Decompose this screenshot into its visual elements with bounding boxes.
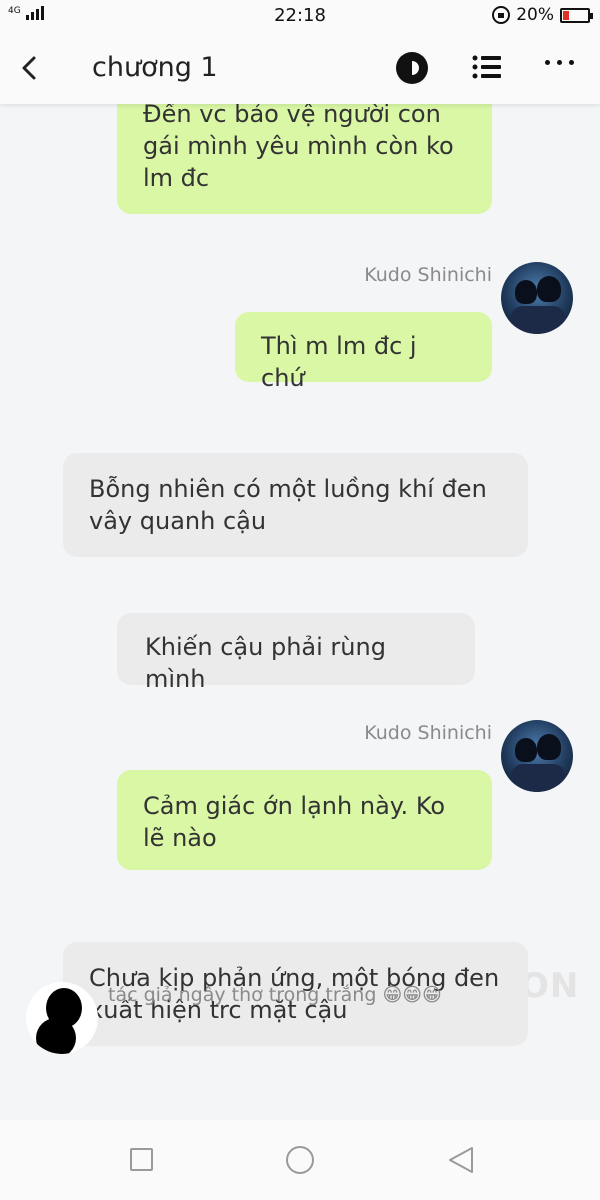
message-text: Đến vc bảo vệ người con gái mình yêu mìn… <box>143 104 454 192</box>
avatar[interactable] <box>501 720 573 792</box>
status-bar: 4G 22:18 20% <box>0 0 600 32</box>
more-options-icon[interactable] <box>545 60 577 74</box>
system-nav-bar <box>0 1120 600 1200</box>
sender-name: Kudo Shinichi <box>364 264 492 286</box>
watermark: ON <box>520 966 580 1006</box>
chapter-list-icon[interactable] <box>472 54 502 80</box>
narration-text: Khiến cậu phải rùng mình <box>145 633 386 693</box>
back-icon[interactable] <box>18 52 42 84</box>
author-note: tác giả ngây thơ trong trắng 😁😁😁 <box>108 984 442 1006</box>
author-avatar[interactable] <box>26 982 98 1054</box>
home-icon[interactable] <box>286 1146 314 1174</box>
narration-bubble: Bỗng nhiên có một luồng khí đen vây quan… <box>63 453 528 557</box>
chat-header: chương 1 <box>0 32 600 104</box>
night-mode-icon[interactable] <box>396 52 428 84</box>
avatar[interactable] <box>501 262 573 334</box>
message-text: Thì m lm đc j chứ <box>261 332 417 392</box>
battery-icon <box>560 7 593 23</box>
message-text: Cảm giác ớn lạnh này. Ko lẽ nào <box>143 792 446 852</box>
message-bubble: Đến vc bảo vệ người con gái mình yêu mìn… <box>117 104 492 214</box>
chapter-title: chương 1 <box>92 52 218 83</box>
rotation-lock-icon <box>492 6 511 24</box>
message-bubble: Thì m lm đc j chứ <box>235 312 492 392</box>
narration-bubble: Khiến cậu phải rùng mình <box>117 613 475 693</box>
sender-name: Kudo Shinichi <box>364 722 492 744</box>
message-bubble: Cảm giác ớn lạnh này. Ko lẽ nào <box>117 770 492 870</box>
recent-apps-icon[interactable] <box>130 1148 153 1171</box>
narration-text: Bỗng nhiên có một luồng khí đen vây quan… <box>89 475 487 535</box>
back-nav-icon[interactable] <box>448 1146 474 1174</box>
battery-percent: 20% <box>516 5 554 25</box>
chat-area[interactable]: Đến vc bảo vệ người con gái mình yêu mìn… <box>0 104 600 1120</box>
